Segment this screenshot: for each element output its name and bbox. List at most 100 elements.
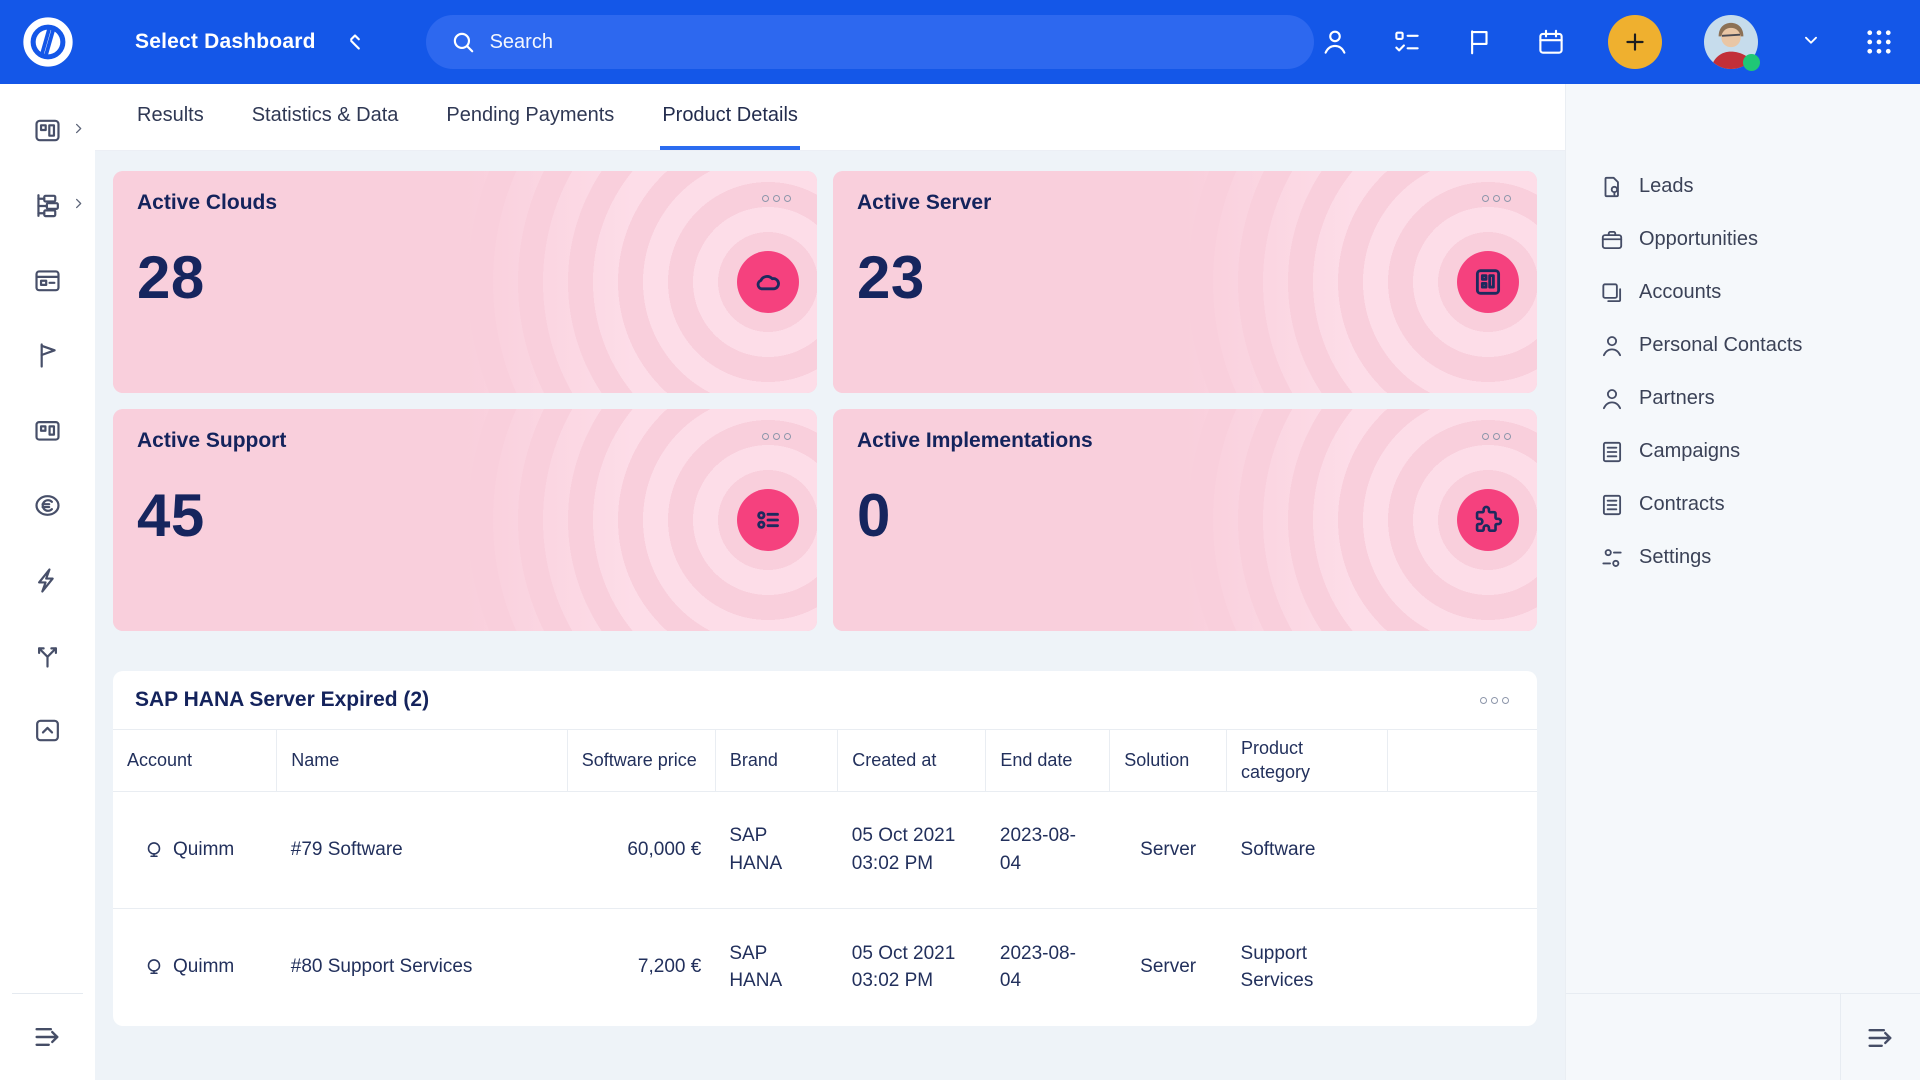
app-grid-icon[interactable]: [1864, 27, 1894, 57]
account-link[interactable]: Quimm: [127, 836, 263, 864]
cloud-icon: [737, 251, 799, 313]
tab-pending-payments[interactable]: Pending Payments: [444, 84, 616, 150]
sidebar-item-personal-contacts[interactable]: Personal Contacts: [1566, 319, 1920, 372]
calendar-icon[interactable]: [1536, 27, 1566, 57]
end-date-cell: 2023-08-04: [986, 792, 1110, 909]
table-row[interactable]: Quimm #80 Support Services 7,200 € SAP H…: [113, 909, 1537, 1026]
stat-cards-grid: Active Clouds 28 Active Server: [113, 171, 1537, 631]
card-title: Active Support: [137, 429, 286, 453]
flag-icon[interactable]: [1464, 27, 1494, 57]
topbar: Select Dashboard: [0, 0, 1920, 84]
rail-item-actions[interactable]: [0, 543, 95, 618]
col-actions: [1387, 730, 1537, 792]
sidebar-item-settings[interactable]: Settings: [1566, 531, 1920, 584]
logo-icon: [19, 13, 77, 71]
briefcase-icon: [1599, 227, 1625, 253]
panel-menu-button[interactable]: [1478, 693, 1511, 708]
expand-right-icon: [1864, 1021, 1898, 1055]
search-input[interactable]: [490, 31, 1290, 54]
plus-icon: [1622, 29, 1648, 55]
modules-icon: [32, 115, 63, 146]
rail-item-finance[interactable]: [0, 468, 95, 543]
globe-icon: [143, 839, 165, 861]
person-icon: [1599, 333, 1625, 359]
brand-cell: SAP HANA: [715, 909, 837, 1026]
chevron-right-icon: [71, 196, 86, 216]
card-title: Active Clouds: [137, 191, 277, 215]
sidebar-item-label: Personal Contacts: [1639, 334, 1802, 357]
panel-title: SAP HANA Server Expired (2): [135, 688, 429, 712]
stat-card-active-implementations: Active Implementations 0: [833, 409, 1537, 631]
card-value: 0: [857, 481, 1513, 550]
rail-item-goals[interactable]: [0, 318, 95, 393]
stat-card-active-support: Active Support 45: [113, 409, 817, 631]
sidebar-item-leads[interactable]: Leads: [1566, 160, 1920, 213]
sidebar-item-opportunities[interactable]: Opportunities: [1566, 213, 1920, 266]
tab-product-details[interactable]: Product Details: [660, 84, 800, 150]
body: Results Statistics & Data Pending Paymen…: [0, 84, 1920, 1080]
dashboard-selector[interactable]: Select Dashboard: [135, 29, 368, 55]
expand-right-sidebar-button[interactable]: [1864, 1021, 1898, 1055]
col-account: Account: [113, 730, 277, 792]
app-logo[interactable]: [0, 0, 95, 84]
profile-menu-chevron[interactable]: [1800, 29, 1822, 56]
sidebar-item-label: Contracts: [1639, 493, 1725, 516]
product-name-link[interactable]: #80 Support Services: [291, 956, 473, 977]
sidebar-item-contracts[interactable]: Contracts: [1566, 478, 1920, 531]
expired-products-panel: SAP HANA Server Expired (2) Account Name: [113, 671, 1537, 1026]
account-link[interactable]: Quimm: [127, 953, 263, 981]
software-price-cell: 7,200 €: [567, 909, 715, 1026]
bullet-list-icon: [737, 489, 799, 551]
lightning-icon: [32, 565, 63, 596]
module-grid-icon: [32, 415, 63, 446]
sidebar-item-label: Opportunities: [1639, 228, 1758, 251]
tab-statistics-data[interactable]: Statistics & Data: [250, 84, 401, 150]
rail-item-dashboard[interactable]: [0, 393, 95, 468]
rail-item-modules[interactable]: [0, 93, 95, 168]
checklist-icon[interactable]: [1392, 27, 1422, 57]
col-solution: Solution: [1110, 730, 1227, 792]
card-menu-button[interactable]: [1480, 429, 1513, 444]
sidebar-item-label: Leads: [1639, 175, 1694, 198]
lead-file-icon: [1599, 174, 1625, 200]
rail-item-archive[interactable]: [0, 693, 95, 768]
left-sidebar: [0, 84, 95, 1080]
dashboard-content: Active Clouds 28 Active Server: [95, 151, 1565, 1080]
product-name-link[interactable]: #79 Software: [291, 839, 403, 860]
rail-item-hierarchy[interactable]: [0, 168, 95, 243]
col-created-at: Created at: [838, 730, 986, 792]
hierarchy-icon: [32, 190, 63, 221]
stat-card-active-server: Active Server 23: [833, 171, 1537, 393]
left-sidebar-footer: [0, 993, 95, 1080]
card-value: 28: [137, 243, 793, 312]
card-menu-button[interactable]: [760, 429, 793, 444]
chevron-right-icon: [71, 121, 86, 141]
sidebar-item-partners[interactable]: Partners: [1566, 372, 1920, 425]
sidebar-item-label: Campaigns: [1639, 440, 1740, 463]
rail-item-browser[interactable]: [0, 243, 95, 318]
sliders-icon: [1599, 545, 1625, 571]
person-icon[interactable]: [1320, 27, 1350, 57]
card-menu-button[interactable]: [1480, 191, 1513, 206]
user-avatar[interactable]: [1704, 15, 1758, 69]
tab-results[interactable]: Results: [135, 84, 206, 150]
rail-item-workflow[interactable]: [0, 618, 95, 693]
fork-arrows-icon: [32, 640, 63, 671]
pennant-flag-icon: [32, 340, 63, 371]
add-button[interactable]: [1608, 15, 1662, 69]
right-sidebar-footer: [1566, 993, 1920, 1080]
search-bar[interactable]: [426, 15, 1314, 69]
created-at-cell: 05 Oct 2021 03:02 PM: [838, 792, 986, 909]
sort-chevrons-icon: [342, 29, 368, 55]
expand-left-sidebar-button[interactable]: [31, 1020, 65, 1054]
puzzle-icon: [1457, 489, 1519, 551]
sidebar-item-campaigns[interactable]: Campaigns: [1566, 425, 1920, 478]
globe-icon: [143, 956, 165, 978]
sidebar-item-label: Accounts: [1639, 281, 1721, 304]
table-row[interactable]: Quimm #79 Software 60,000 € SAP HANA 05 …: [113, 792, 1537, 909]
sidebar-item-accounts[interactable]: Accounts: [1566, 266, 1920, 319]
right-sidebar: Leads Opportunities Accounts Personal Co…: [1565, 84, 1920, 1080]
brand-cell: SAP HANA: [715, 792, 837, 909]
sidebar-item-label: Partners: [1639, 387, 1715, 410]
card-menu-button[interactable]: [760, 191, 793, 206]
